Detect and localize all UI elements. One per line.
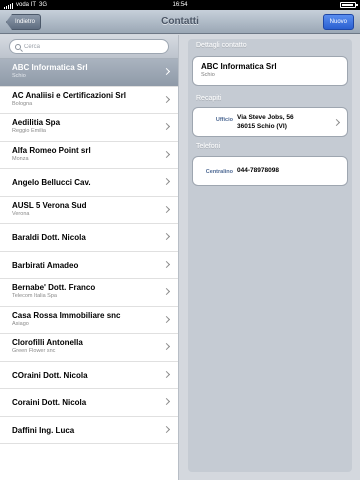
contact-row[interactable]: Aedilitia Spa Reggio Emilia (0, 114, 178, 142)
contact-row-subtitle: Asiago (12, 320, 29, 327)
navigation-bar: Indietro Contatti Nuovo (0, 10, 360, 34)
contact-row-subtitle: Green Flower snc (12, 348, 56, 354)
contact-list: ABC Informatica Srl Schio AC Analiisi e Ce… (0, 59, 178, 444)
contact-row-name: AUSL 5 Verona Sud (12, 200, 87, 210)
address-line-2: 36015 Schio (VI) (237, 123, 287, 130)
contact-row-subtitle: Monza (12, 155, 29, 162)
contact-row[interactable]: Barbirati Amadeo (0, 252, 178, 279)
chevron-right-icon (162, 233, 171, 241)
contact-row-name: Barbirati Amadeo (12, 260, 79, 270)
contact-row[interactable]: Casa Rossa Immobiliare snc Asiago (0, 307, 178, 334)
chevron-right-icon (162, 425, 171, 433)
contact-row[interactable]: Bernabe' Dott. Franco Telecom Italia Spa (0, 279, 178, 307)
contact-row-subtitle: Verona (12, 210, 30, 217)
contact-row-name: COraini Dott. Nicola (12, 370, 88, 380)
contact-detail-pane: Dettagli contatto ABC Informatica Srl Sc… (180, 35, 360, 480)
search-icon (15, 43, 21, 50)
contact-row-subtitle: Schio (12, 73, 26, 79)
page-title: Contatti (161, 16, 199, 27)
contact-row-subtitle: Bologna (12, 100, 33, 107)
phone-number[interactable]: 044-78978098 (237, 167, 279, 175)
chevron-right-icon (162, 398, 171, 406)
search-input[interactable] (24, 43, 164, 50)
contact-row[interactable]: Clorofilli Antonella Green Flower snc (0, 334, 178, 362)
contact-row-name: Angelo Bellucci Cav. (12, 178, 91, 187)
contact-list-pane: ABC Informatica SrlSchioAC Analiisi e Ce… (0, 35, 179, 480)
address-label: Ufficio (215, 117, 233, 123)
search-field[interactable] (9, 39, 169, 54)
contact-row[interactable]: AC Analiisi e Certificazioni Srl Bologna (0, 87, 178, 114)
chevron-right-icon (162, 343, 171, 351)
contact-row-subtitle: Reggio Emilia (12, 128, 46, 134)
chevron-right-icon (162, 260, 171, 268)
phones-section-title: Telefoni (196, 143, 221, 150)
contact-row[interactable]: Alfa Romeo Point srl Monza (0, 142, 178, 169)
contact-row-name: Alfa Romeo Point srl (12, 145, 91, 155)
contact-row-subtitle: Telecom Italia Spa (12, 293, 57, 299)
contact-row-name: Baraldi Dott. Nicola (12, 233, 86, 242)
chevron-right-icon (162, 288, 171, 296)
contact-row-name: Aedilitia Spa (12, 118, 61, 127)
contact-header-group: ABC Informatica Srl Schio (192, 56, 348, 86)
contact-row-name: Casa Rossa Immobiliare snc (12, 310, 121, 320)
clock: 16:54 (172, 2, 188, 8)
contact-row[interactable]: ABC Informatica Srl Schio (0, 59, 178, 87)
contact-row-name: Clorofilli Antonella (12, 338, 83, 347)
battery-icon (340, 2, 358, 8)
contact-city: Schio (201, 72, 215, 78)
detail-section-title: Dettagli contatto (196, 42, 247, 49)
contact-row[interactable]: Angelo Bellucci Cav. (0, 169, 178, 197)
address-line-1: Via Steve Jobs, 56 (237, 114, 294, 121)
contact-row[interactable]: Baraldi Dott. Nicola (0, 224, 178, 252)
new-contact-button[interactable]: Nuovo (322, 14, 354, 30)
chevron-right-icon (162, 178, 171, 186)
search-bar (0, 35, 178, 59)
contact-row-name: Coraini Dott. Nicola (12, 398, 87, 407)
phone-label: Centralino (205, 169, 233, 175)
chevron-right-icon (162, 95, 171, 103)
contact-row[interactable]: Daffini Ing. Luca (0, 417, 178, 444)
chevron-right-icon (162, 315, 171, 323)
status-bar: voda IT 3G 16:54 (0, 0, 360, 10)
contact-row[interactable]: Coraini Dott. Nicola (0, 389, 178, 417)
chevron-right-icon (162, 205, 171, 213)
contact-row-name: Bernabe' Dott. Franco (12, 283, 96, 292)
detail-card: Dettagli contatto ABC Informatica Srl Sc… (188, 39, 352, 472)
chevron-right-icon (332, 118, 341, 127)
address-row[interactable]: Ufficio Via Steve Jobs, 56 36015 Schio (… (192, 107, 348, 137)
contact-row-name: Daffini Ing. Luca (12, 425, 75, 435)
chevron-right-icon (162, 68, 171, 76)
phone-row[interactable]: Centralino 044-78978098 (192, 156, 348, 186)
chevron-right-icon (162, 150, 171, 158)
chevron-right-icon (162, 370, 171, 378)
contact-row-name: AC Analiisi e Certificazioni Srl (12, 90, 126, 100)
contact-name: ABC Informatica Srl (201, 62, 277, 71)
contact-row-name: ABC Informatica Srl (12, 63, 88, 72)
chevron-right-icon (162, 123, 171, 131)
contact-row[interactable]: AUSL 5 Verona Sud Verona (0, 197, 178, 224)
contact-row[interactable]: COraini Dott. Nicola (0, 362, 178, 389)
addresses-section-title: Recapiti (196, 95, 222, 102)
